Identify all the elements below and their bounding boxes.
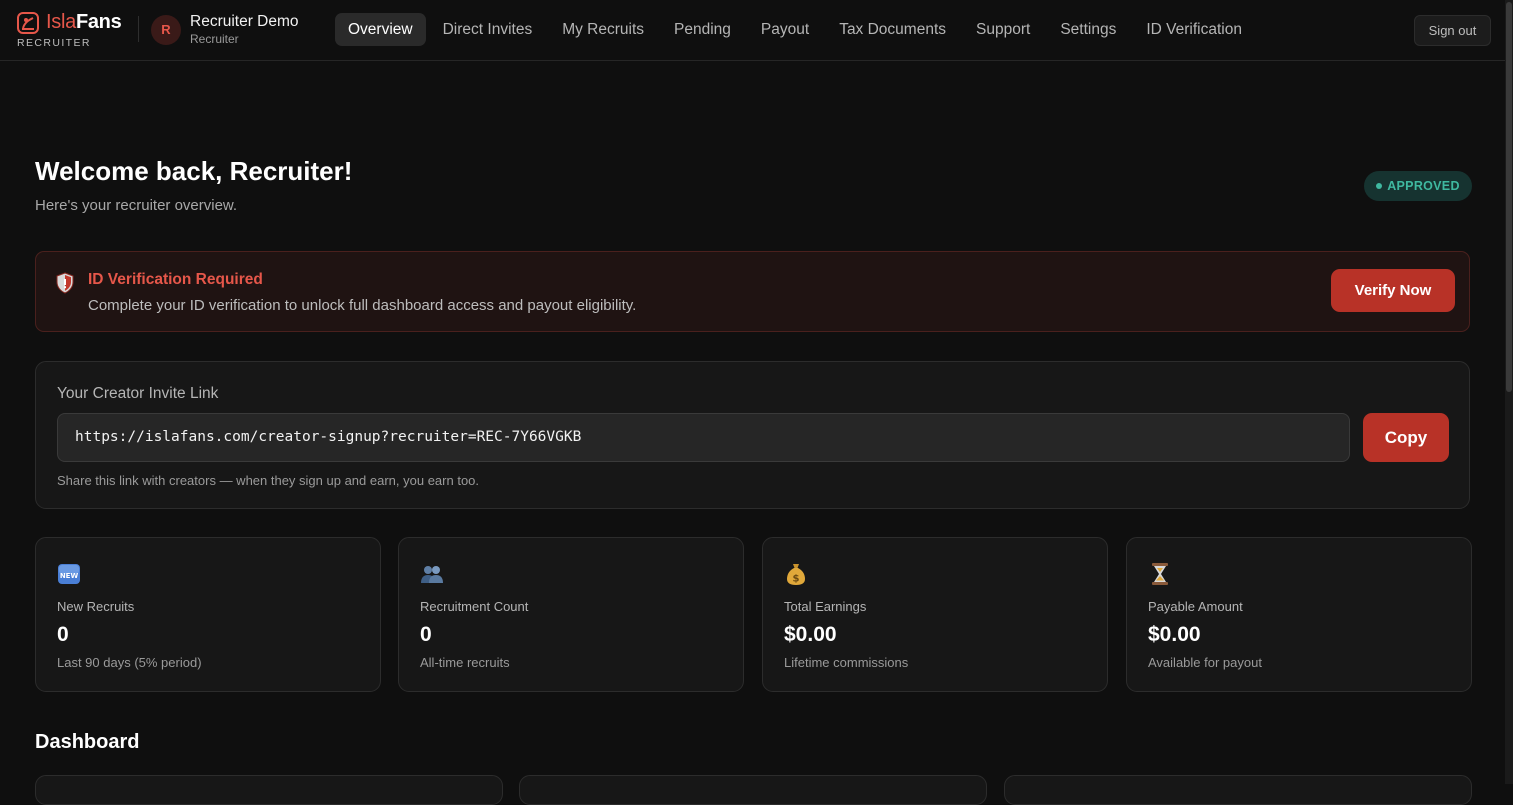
- brand-name: IslaFans: [46, 11, 122, 34]
- status-dot-icon: [1376, 183, 1383, 189]
- page-subtitle: Here's your recruiter overview.: [35, 197, 238, 214]
- invite-link-label: Your Creator Invite Link: [57, 385, 219, 402]
- stat-description: Available for payout: [1148, 655, 1262, 670]
- page-scrollbar[interactable]: [1505, 0, 1513, 784]
- stat-description: Last 90 days (5% period): [57, 655, 202, 670]
- invite-link-field[interactable]: https://islafans.com/creator-signup?recr…: [57, 413, 1350, 462]
- stat-label: Total Earnings: [784, 599, 867, 614]
- stat-label: Payable Amount: [1148, 599, 1243, 614]
- user-role: Recruiter: [190, 32, 239, 46]
- alert-title: ID Verification Required: [88, 271, 263, 288]
- brand-name-part1: Isla: [46, 11, 76, 33]
- tab-overview[interactable]: Overview: [335, 13, 426, 46]
- status-badge-label: APPROVED: [1387, 179, 1460, 193]
- dashboard-card: [35, 775, 503, 805]
- stat-value: 0: [57, 623, 69, 646]
- money-bag-icon: $: [787, 564, 805, 585]
- tab-id-verification[interactable]: ID Verification: [1133, 13, 1255, 46]
- user-name: Recruiter Demo: [190, 13, 299, 30]
- stat-value: $0.00: [1148, 623, 1201, 646]
- tab-pending[interactable]: Pending: [661, 13, 744, 46]
- alert-text: Complete your ID verification to unlock …: [88, 297, 637, 314]
- brand-name-part2: Fans: [75, 11, 122, 33]
- stat-description: Lifetime commissions: [784, 655, 909, 670]
- stat-value: $0.00: [784, 623, 837, 646]
- stat-card-total-earnings: $ Total Earnings $0.00 Lifetime commissi…: [762, 537, 1108, 692]
- verify-now-button[interactable]: Verify Now: [1331, 269, 1455, 312]
- stat-card-new-recruits: NEW New Recruits 0 Last 90 days (5% peri…: [35, 537, 381, 692]
- svg-text:$: $: [793, 574, 800, 585]
- people-icon: [421, 566, 443, 583]
- brand-subtitle: RECRUITER: [17, 37, 91, 49]
- copy-button[interactable]: Copy: [1363, 413, 1449, 462]
- page-title: Welcome back, Recruiter!: [35, 156, 353, 186]
- stat-value: 0: [420, 623, 432, 646]
- dashboard-section-title: Dashboard: [35, 731, 140, 753]
- shield-icon: [56, 272, 74, 294]
- brand-logo[interactable]: IslaFans RECRUITER: [17, 11, 127, 49]
- status-badge: APPROVED: [1364, 171, 1472, 201]
- stat-card-recruitment-count: Recruitment Count 0 All-time recruits: [398, 537, 744, 692]
- stat-description: All-time recruits: [420, 655, 510, 670]
- sign-out-button[interactable]: Sign out: [1414, 15, 1491, 46]
- nav-divider: [138, 16, 139, 42]
- avatar[interactable]: R: [151, 15, 181, 45]
- tab-payout[interactable]: Payout: [748, 13, 822, 46]
- logo-mark-icon: [17, 12, 39, 34]
- dashboard-card: [1004, 775, 1472, 805]
- new-badge-icon: NEW: [58, 564, 80, 584]
- tab-my-recruits[interactable]: My Recruits: [549, 13, 657, 46]
- tab-direct-invites[interactable]: Direct Invites: [430, 13, 546, 46]
- stat-card-payable-amount: Payable Amount $0.00 Available for payou…: [1126, 537, 1472, 692]
- stat-label: New Recruits: [57, 599, 135, 614]
- top-navigation-bar: IslaFans RECRUITER R Recruiter Demo Recr…: [0, 0, 1505, 61]
- tab-settings[interactable]: Settings: [1047, 13, 1129, 46]
- id-verification-alert: ID Verification Required Complete your I…: [35, 251, 1470, 332]
- dashboard-card: [519, 775, 987, 805]
- scrollbar-thumb[interactable]: [1506, 2, 1512, 392]
- tab-tax-documents[interactable]: Tax Documents: [826, 13, 959, 46]
- tab-support[interactable]: Support: [963, 13, 1043, 46]
- invite-link-help: Share this link with creators — when the…: [57, 473, 480, 488]
- nav-tabs: Overview Direct Invites My Recruits Pend…: [335, 13, 1259, 46]
- invite-link-card: Your Creator Invite Link https://islafan…: [35, 361, 1470, 509]
- hourglass-icon: [1152, 563, 1168, 585]
- stat-label: Recruitment Count: [420, 599, 529, 614]
- svg-text:NEW: NEW: [60, 572, 79, 580]
